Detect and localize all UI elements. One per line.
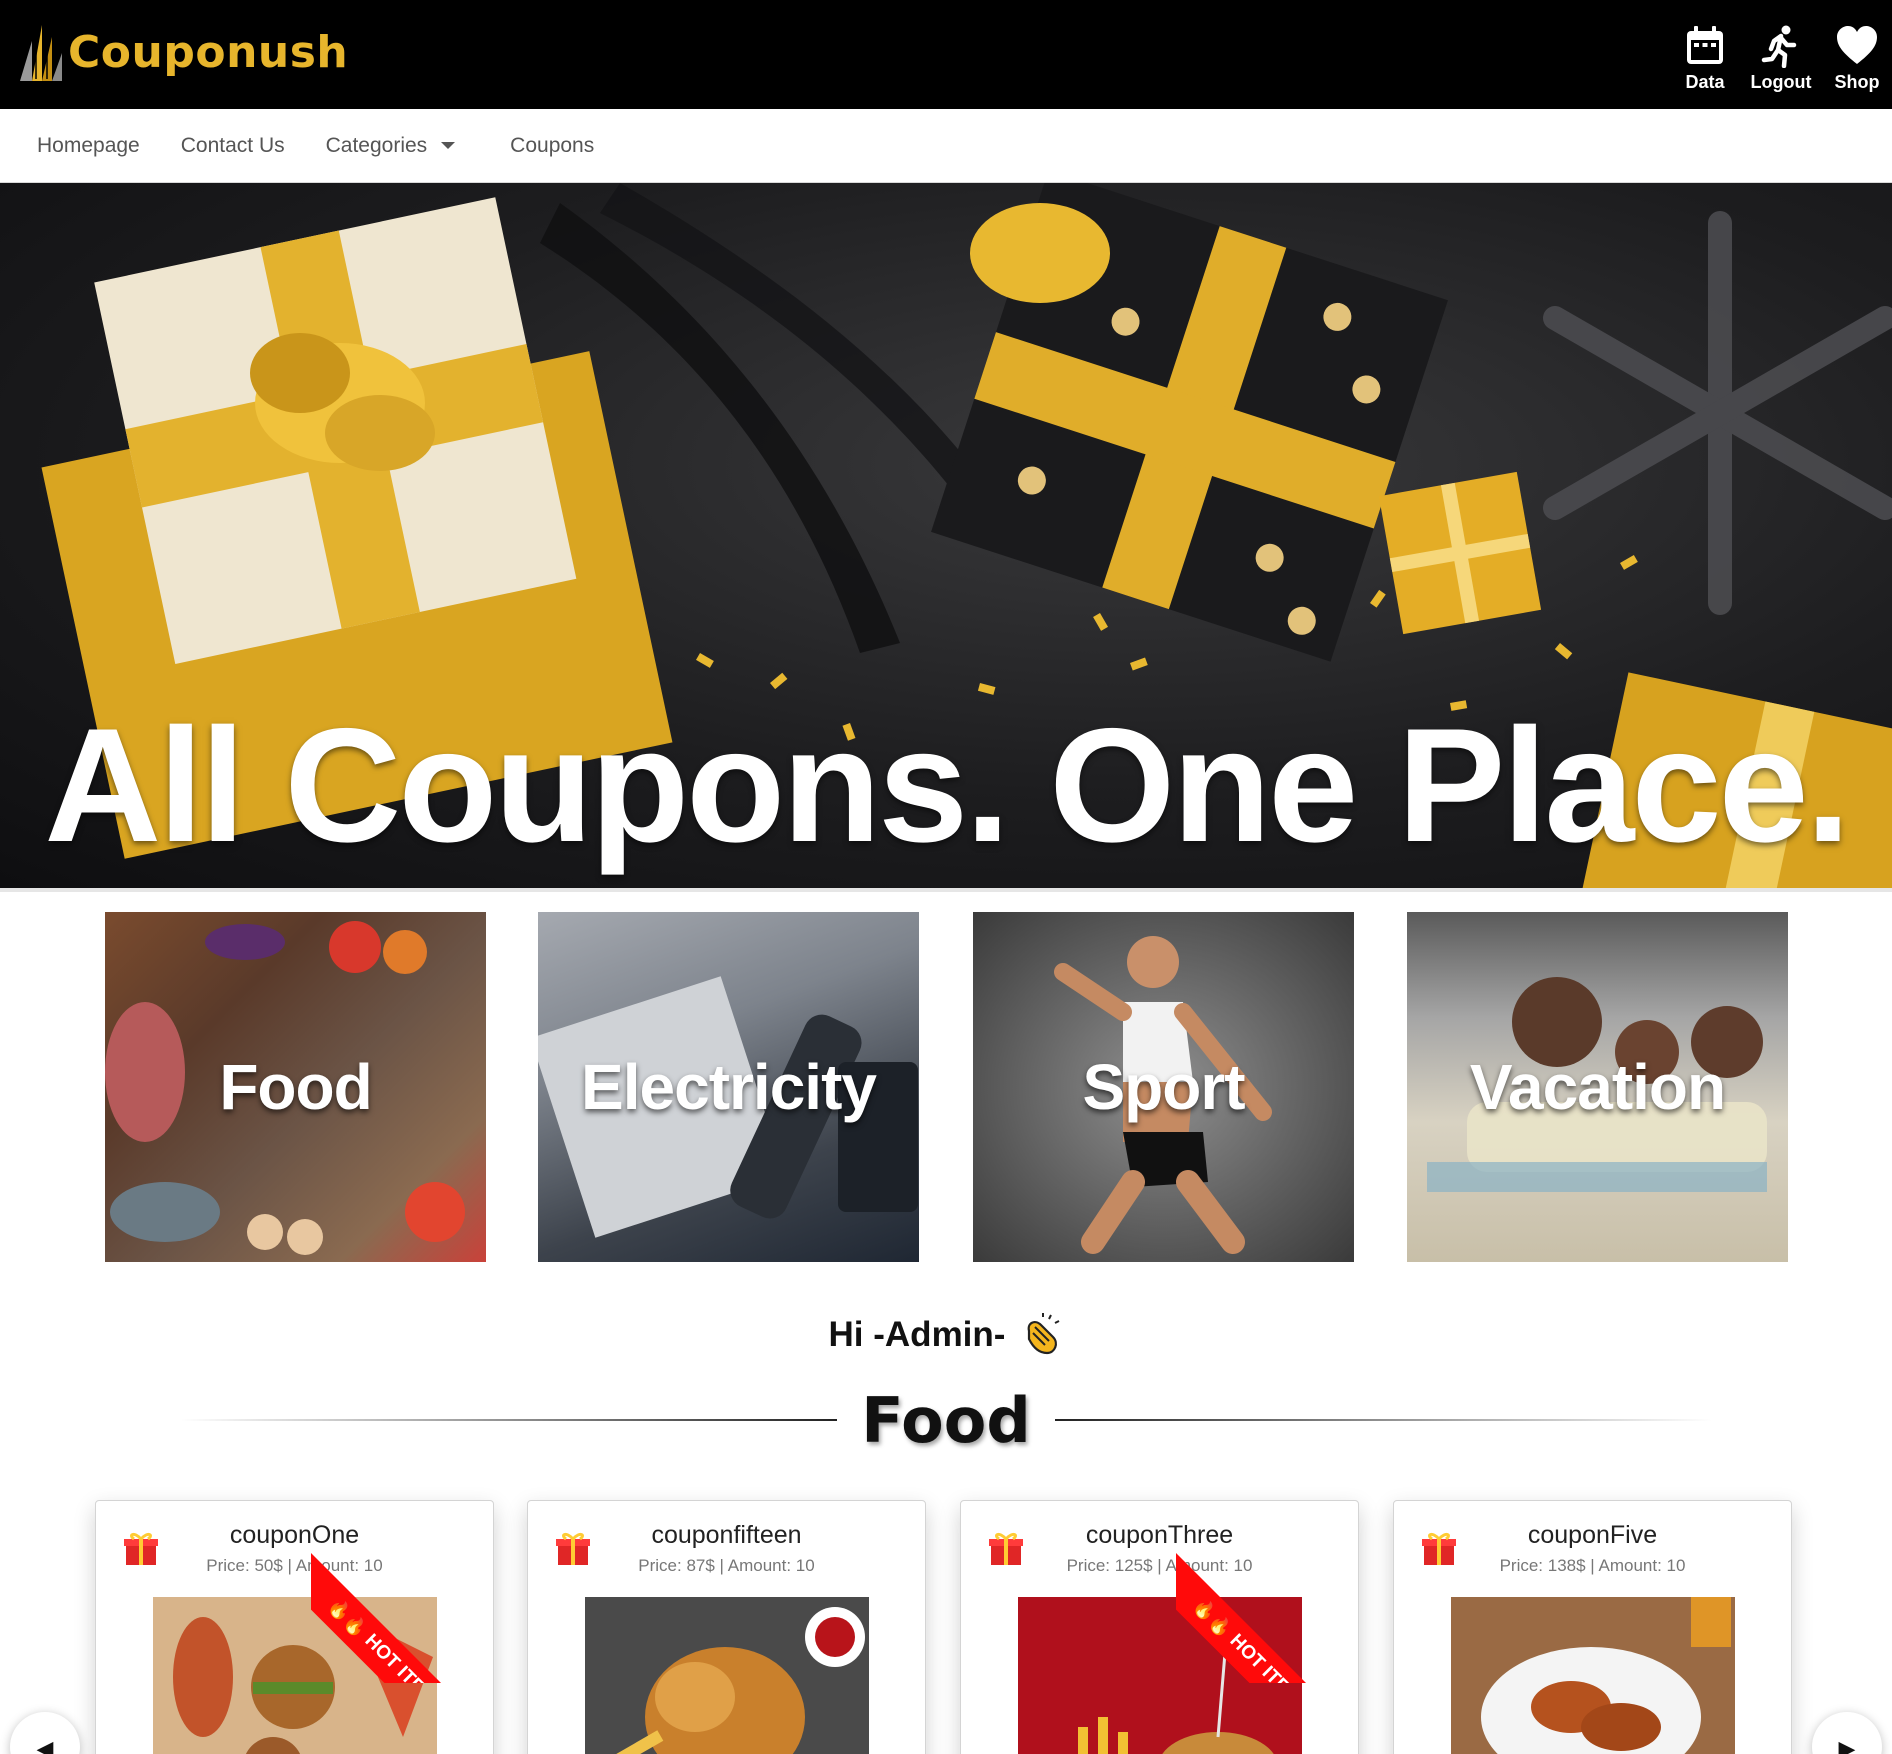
building-logo-icon — [20, 25, 62, 81]
hero-title: All Coupons. One Place. — [44, 695, 1850, 876]
carousel-prev-button[interactable]: ◀ — [10, 1712, 80, 1754]
coupon-chicken-wings-image — [1451, 1597, 1735, 1754]
caret-down-icon — [441, 142, 456, 149]
category-electricity-label: Electricity — [581, 1051, 877, 1123]
category-electricity[interactable]: Electricity — [538, 912, 919, 1262]
category-vacation-label: Vacation — [1469, 1051, 1726, 1123]
category-vacation[interactable]: Vacation — [1407, 912, 1788, 1262]
category-sport-label: Sport — [1082, 1051, 1245, 1123]
data-label: Data — [1685, 72, 1725, 92]
section-line-right — [1054, 1419, 1713, 1421]
coupon-name: couponfifteen — [651, 1521, 802, 1549]
brand-name: Couponush — [68, 26, 349, 78]
nav-coupons[interactable]: Coupons — [510, 134, 594, 158]
logout-button[interactable]: Logout — [1751, 24, 1812, 93]
shop-label: Shop — [1834, 72, 1880, 92]
nav-categories-label: Categories — [325, 133, 428, 157]
heart-icon — [1837, 26, 1877, 64]
carousel-next-button[interactable]: ▶ — [1812, 1712, 1882, 1754]
top-icons: Data Logout Shop — [1680, 24, 1882, 93]
coupon-price-amount: Price: 87$ | Amount: 10 — [638, 1556, 815, 1575]
hot-item-ribbon: 🔥🔥 HOT ITEM 🔥 — [311, 1501, 493, 1683]
greeting-text: Hi -Admin- — [828, 1315, 1006, 1354]
fire-icon: 🔥🔥 — [1190, 1594, 1236, 1641]
greeting: Hi -Admin- — [0, 1313, 1892, 1357]
coupon-card[interactable]: couponFive Price: 138$ | Amount: 10 — [1393, 1500, 1792, 1754]
hero-divider — [0, 888, 1892, 892]
clapping-hands-icon — [1028, 1313, 1060, 1355]
calendar-icon — [1687, 26, 1723, 64]
coupon-price-amount: Price: 138$ | Amount: 10 — [1499, 1556, 1686, 1575]
coupon-fried-chicken-image — [585, 1597, 869, 1754]
coupon-name: couponFive — [1527, 1521, 1658, 1549]
coupon-card[interactable]: couponThree Price: 125$ | Amount: 10 🔥🔥 … — [960, 1500, 1359, 1754]
section-line-left — [180, 1419, 838, 1421]
nav-homepage[interactable]: Homepage — [37, 134, 140, 158]
hot-item-label: HOT ITEM — [1225, 1630, 1305, 1683]
category-food[interactable]: Food — [105, 912, 486, 1262]
fire-icon: 🔥🔥 — [325, 1594, 371, 1641]
category-food-label: Food — [219, 1051, 372, 1123]
hot-item-band: 🔥🔥 HOT ITEM 🔥 — [311, 1549, 493, 1683]
brand-logo[interactable]: Couponush — [18, 20, 348, 84]
nav-categories-dropdown[interactable]: Categories — [326, 134, 456, 158]
running-person-icon — [1761, 25, 1797, 68]
hot-item-band: 🔥🔥 HOT ITEM 🔥 — [1176, 1549, 1358, 1683]
hot-item-label: HOT ITEM — [360, 1630, 440, 1683]
main-nav: Homepage Contact Us Categories Coupons — [0, 109, 1892, 183]
section-header: Food — [180, 1383, 1713, 1457]
data-button[interactable]: Data — [1680, 24, 1730, 93]
hero-banner: All Coupons. One Place. — [0, 183, 1892, 888]
shop-button[interactable]: Shop — [1832, 24, 1882, 93]
hot-item-ribbon: 🔥🔥 HOT ITEM 🔥 — [1176, 1501, 1358, 1683]
top-bar: Couponush Data Logout Shop — [0, 0, 1892, 109]
category-sport[interactable]: Sport — [973, 912, 1354, 1262]
nav-contact-us[interactable]: Contact Us — [181, 134, 285, 158]
logout-label: Logout — [1750, 72, 1812, 92]
section-title: Food — [861, 1383, 1031, 1457]
coupon-card[interactable]: couponfifteen Price: 87$ | Amount: 10 — [527, 1500, 926, 1754]
coupon-card[interactable]: couponOne Price: 50$ | Amount: 10 🔥🔥 HOT… — [95, 1500, 494, 1754]
